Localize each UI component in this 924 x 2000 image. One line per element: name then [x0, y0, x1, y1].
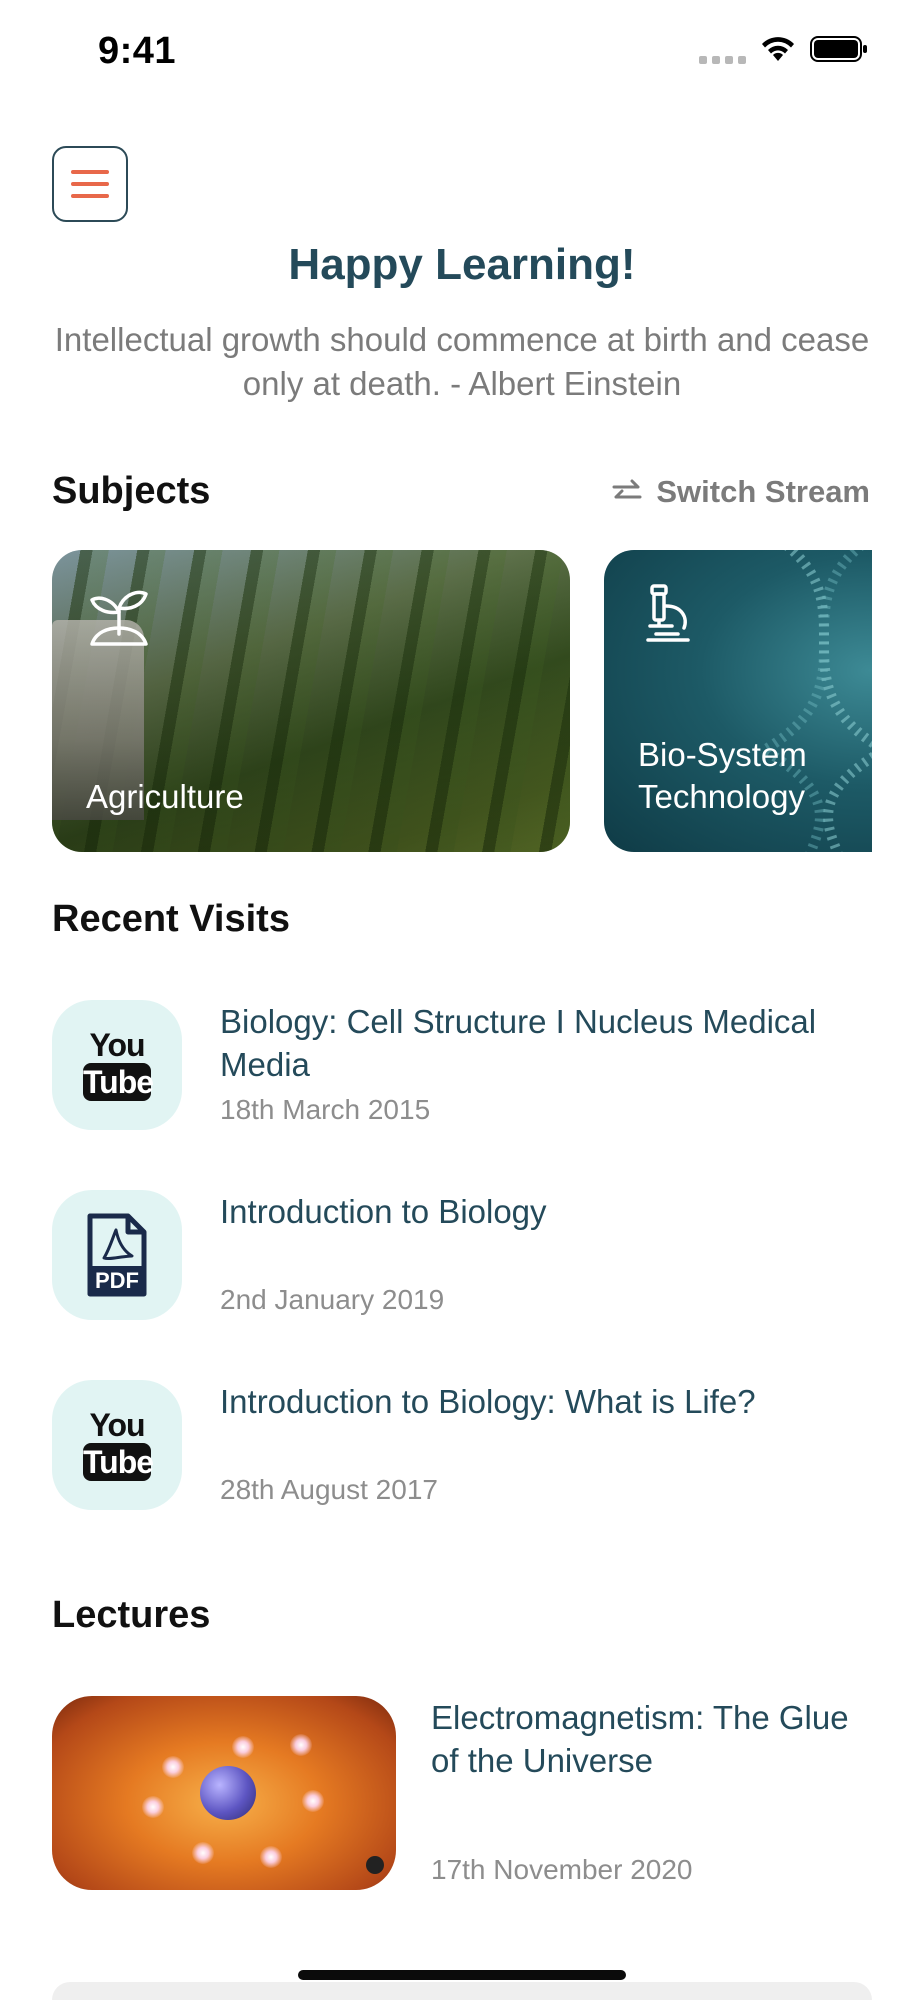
- recent-visit-item[interactable]: You Tube Biology: Cell Structure I Nucle…: [52, 1000, 872, 1140]
- switch-stream-label: Switch Stream: [656, 474, 870, 509]
- signal-icon: [699, 34, 746, 64]
- subject-card-agriculture[interactable]: Agriculture: [52, 550, 570, 852]
- subject-label: Agriculture: [86, 778, 244, 815]
- wifi-icon: [760, 35, 796, 63]
- visit-date: 18th March 2015: [220, 1094, 431, 1125]
- bottom-sheet-edge: [52, 1982, 872, 2000]
- recent-visit-item[interactable]: PDF Introduction to Biology 2nd January …: [52, 1190, 872, 1330]
- youtube-icon: You Tube: [52, 1380, 182, 1510]
- status-icons: [699, 34, 868, 64]
- subject-label: Bio-System Technology: [638, 736, 807, 815]
- swap-arrows-icon: [612, 479, 642, 499]
- home-indicator[interactable]: [298, 1970, 626, 1980]
- visit-title: Introduction to Biology: [220, 1193, 547, 1230]
- youtube-icon: You Tube: [52, 1000, 182, 1130]
- switch-stream-button[interactable]: Switch Stream: [610, 474, 870, 510]
- visit-title: Biology: Cell Structure I Nucleus Medica…: [220, 1003, 817, 1083]
- pdf-icon: PDF: [52, 1190, 182, 1320]
- page-title: Happy Learning!: [288, 240, 636, 289]
- lecture-thumbnail: [52, 1696, 396, 1890]
- lecture-title: Electromagnetism: The Glue of the Univer…: [431, 1699, 849, 1779]
- recent-visit-item[interactable]: You Tube Introduction to Biology: What i…: [52, 1380, 872, 1520]
- visit-date: 28th August 2017: [220, 1474, 438, 1505]
- microscope-icon: [646, 584, 690, 642]
- quote-text: Intellectual growth should commence at b…: [54, 321, 870, 402]
- status-time: 9:41: [98, 30, 177, 72]
- sprout-icon: [90, 590, 148, 646]
- lecture-item[interactable]: Electromagnetism: The Glue of the Univer…: [52, 1696, 872, 1890]
- recent-visits-section-title: Recent Visits: [52, 898, 290, 940]
- menu-button[interactable]: [52, 146, 128, 222]
- hamburger-menu-icon: [71, 170, 109, 174]
- lectures-section-title: Lectures: [52, 1594, 211, 1636]
- status-bar: 9:41: [0, 0, 924, 104]
- battery-icon: [810, 35, 868, 63]
- subjects-carousel[interactable]: Agriculture Bio-System Technology: [52, 550, 872, 854]
- subjects-section-title: Subjects: [52, 470, 211, 512]
- visit-title: Introduction to Biology: What is Life?: [220, 1383, 756, 1420]
- subject-card-bio-system-technology[interactable]: Bio-System Technology: [604, 550, 872, 852]
- visit-date: 2nd January 2019: [220, 1284, 445, 1315]
- atom-image: [200, 1766, 256, 1820]
- lecture-date: 17th November 2020: [431, 1854, 693, 1885]
- svg-text:PDF: PDF: [95, 1268, 139, 1293]
